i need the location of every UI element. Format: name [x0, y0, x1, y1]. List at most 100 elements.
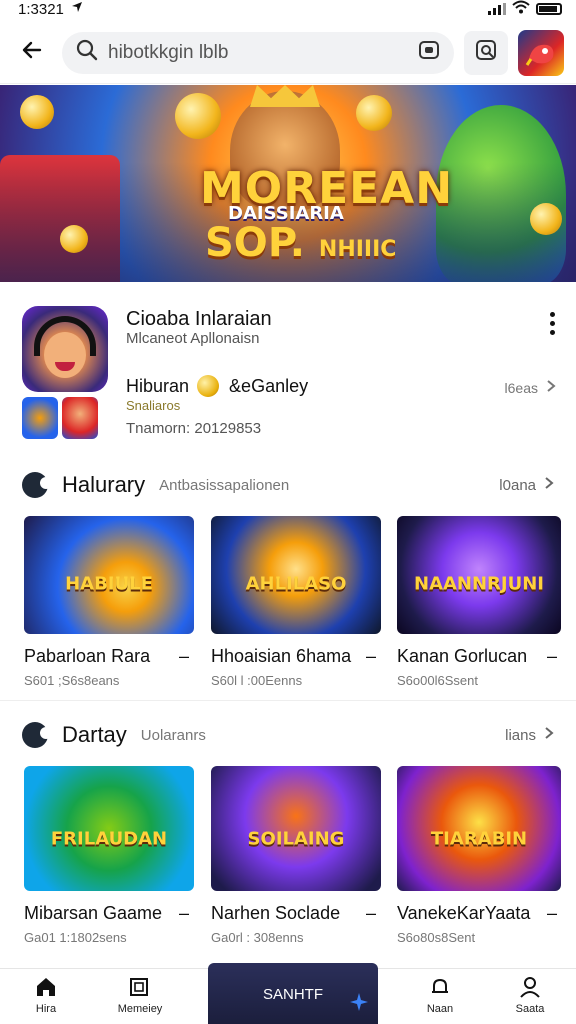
- wifi-icon: [512, 0, 530, 18]
- nav-center-button[interactable]: SANHTF: [208, 963, 378, 1024]
- game-thumbnail[interactable]: FRILAUDAN: [24, 766, 194, 891]
- app-details-link[interactable]: l6eas: [505, 379, 556, 396]
- more-options-icon[interactable]: [550, 312, 556, 335]
- nav-home[interactable]: Hira: [6, 975, 86, 1015]
- game-thumbnail[interactable]: HABIULE: [24, 516, 194, 634]
- game-subtitle: S601 ;S6s8eans: [24, 673, 120, 688]
- game-subtitle: Ga0rl : 308enns: [211, 930, 304, 945]
- app-developer: Mlcaneot Apllonaisn: [126, 330, 260, 347]
- game-title: Hhoaisian 6hama: [211, 646, 352, 666]
- game-thumbnail[interactable]: SOILAING: [211, 766, 381, 891]
- game-thumbnail[interactable]: AHLILASO: [211, 516, 381, 634]
- nav-fifth[interactable]: Saata: [490, 975, 570, 1015]
- app-category: Hiburan: [126, 375, 190, 396]
- dash-icon: –: [365, 903, 376, 923]
- game-title: Pabarloan Rara: [24, 646, 151, 666]
- nav-label: Memeiey: [117, 1003, 163, 1015]
- search-input[interactable]: [108, 41, 408, 64]
- game-thumbnail[interactable]: TIARABIN: [397, 766, 561, 891]
- game-card[interactable]: FRILAUDAN Mibarsan Gaame – Ga01 1:1802sen…: [24, 766, 194, 945]
- library-icon: [128, 975, 152, 999]
- scan-icon: [474, 38, 498, 67]
- nav-label: Hira: [35, 1003, 57, 1015]
- game-card-row: FRILAUDAN Mibarsan Gaame – Ga01 1:1802sen…: [0, 766, 576, 945]
- banner-title-secondary: SOP. NHIIIC: [205, 220, 396, 266]
- section-title: Dartay: [62, 722, 127, 747]
- coin-art: [20, 95, 54, 129]
- back-button[interactable]: [12, 33, 52, 73]
- scan-button[interactable]: [464, 30, 508, 75]
- nav-fourth[interactable]: Naan: [400, 975, 480, 1015]
- dash-icon: –: [178, 646, 189, 666]
- sparkle-icon: [350, 993, 368, 1015]
- banner-title-part-b: NHIIIC: [318, 237, 397, 262]
- game-subtitle: S6o00l6Ssent: [397, 673, 478, 688]
- section-icon: [22, 722, 52, 748]
- search-icon: [76, 39, 98, 66]
- app-tag: &eGanley: [229, 375, 309, 396]
- thumbnail-label: SOILAING: [247, 828, 345, 849]
- nav-second[interactable]: Memeiey: [100, 975, 180, 1015]
- app-tags: Hiburan &eGanley: [126, 375, 308, 397]
- coin-art: [60, 225, 88, 253]
- game-card[interactable]: HABIULE Pabarloan Rara – S601 ;S6s8eans: [24, 516, 194, 688]
- chevron-right-icon: [546, 379, 556, 396]
- section-subtitle: Uolaranrs: [140, 726, 206, 744]
- section-dartay: Dartay Uolaranrs lians FRILAUDAN Mibarsa…: [0, 720, 576, 960]
- search-bar[interactable]: [62, 31, 454, 74]
- game-title: Mibarsan Gaame: [24, 903, 163, 923]
- game-card[interactable]: TIARABIN VanekeKarYaata – S6o80s8Sent: [397, 766, 567, 945]
- see-all-label: l0ana: [499, 476, 536, 494]
- section-see-all[interactable]: l0ana: [499, 476, 554, 494]
- game-title: Narhen Soclade: [211, 903, 341, 923]
- battery-icon: [536, 3, 562, 15]
- location-icon: [70, 0, 84, 18]
- app-icon[interactable]: [22, 306, 108, 392]
- game-card[interactable]: NAANNRJUNI Kanan Gorlucan – S6o00l6Ssent: [397, 516, 567, 688]
- dash-icon: –: [365, 646, 376, 666]
- section-title: Halurary: [62, 472, 146, 497]
- game-subtitle: S60l l :00Eenns: [211, 673, 303, 688]
- dash-icon: –: [546, 646, 557, 666]
- chevron-right-icon: [544, 726, 554, 744]
- app-info-card[interactable]: Cioaba Inlaraian Mlcaneot Apllonaisn Hib…: [0, 300, 576, 450]
- game-thumbnail[interactable]: NAANNRJUNI: [397, 516, 561, 634]
- camera-search-icon[interactable]: [418, 39, 440, 66]
- app-rating-text: Snaliaros: [126, 398, 181, 413]
- game-title: VanekeKarYaata: [397, 903, 531, 923]
- coin-art: [356, 95, 392, 131]
- game-card-row: HABIULE Pabarloan Rara – S601 ;S6s8eans A…: [0, 516, 576, 688]
- see-all-label: lians: [505, 726, 536, 744]
- nav-center-label: SANHTF: [263, 985, 323, 1003]
- crown-art: [250, 85, 320, 107]
- search-header: [0, 22, 576, 84]
- game-card[interactable]: AHLILASO Hhoaisian 6hama – S60l l :00Eenn…: [211, 516, 381, 688]
- coin-art: [530, 203, 562, 235]
- arrow-left-icon: [20, 38, 44, 67]
- promo-banner[interactable]: MOREEAN DAISSIARIA SOP. NHIIIC: [0, 85, 576, 282]
- game-card[interactable]: SOILAING Narhen Soclade – Ga0rl : 308enns: [211, 766, 381, 945]
- app-screenshot-thumb[interactable]: [62, 397, 98, 439]
- app-screenshot-thumb[interactable]: [22, 397, 58, 439]
- app-name: Cioaba Inlaraian: [126, 308, 272, 330]
- profile-avatar[interactable]: [518, 29, 564, 76]
- thumbnail-label: AHLILASO: [245, 573, 347, 595]
- dash-icon: –: [546, 903, 557, 923]
- signal-icon: [488, 3, 506, 15]
- user-icon: [518, 975, 542, 999]
- divider: [0, 700, 576, 701]
- bottom-navigation: Hira Memeiey SANHTF Naan Saata: [0, 963, 576, 1024]
- app-version: Tnamorn: 20129853: [126, 420, 262, 437]
- section-icon: [22, 472, 52, 498]
- section-subtitle: Antbasissapalionen: [159, 476, 290, 494]
- chevron-right-icon: [544, 476, 554, 494]
- nav-label: Saata: [515, 1003, 545, 1015]
- section-halurary: Halurary Antbasissapalionen l0ana HABIUL…: [0, 470, 576, 700]
- status-time: 1:3321: [18, 0, 64, 18]
- bell-icon: [428, 975, 452, 999]
- section-see-all[interactable]: lians: [505, 726, 554, 744]
- section-header: Halurary Antbasissapalionen l0ana: [0, 470, 576, 500]
- thumbnail-label: NAANNRJUNI: [414, 573, 544, 595]
- status-bar: 1:3321: [0, 0, 576, 18]
- thumbnail-label: HABIULE: [65, 573, 153, 595]
